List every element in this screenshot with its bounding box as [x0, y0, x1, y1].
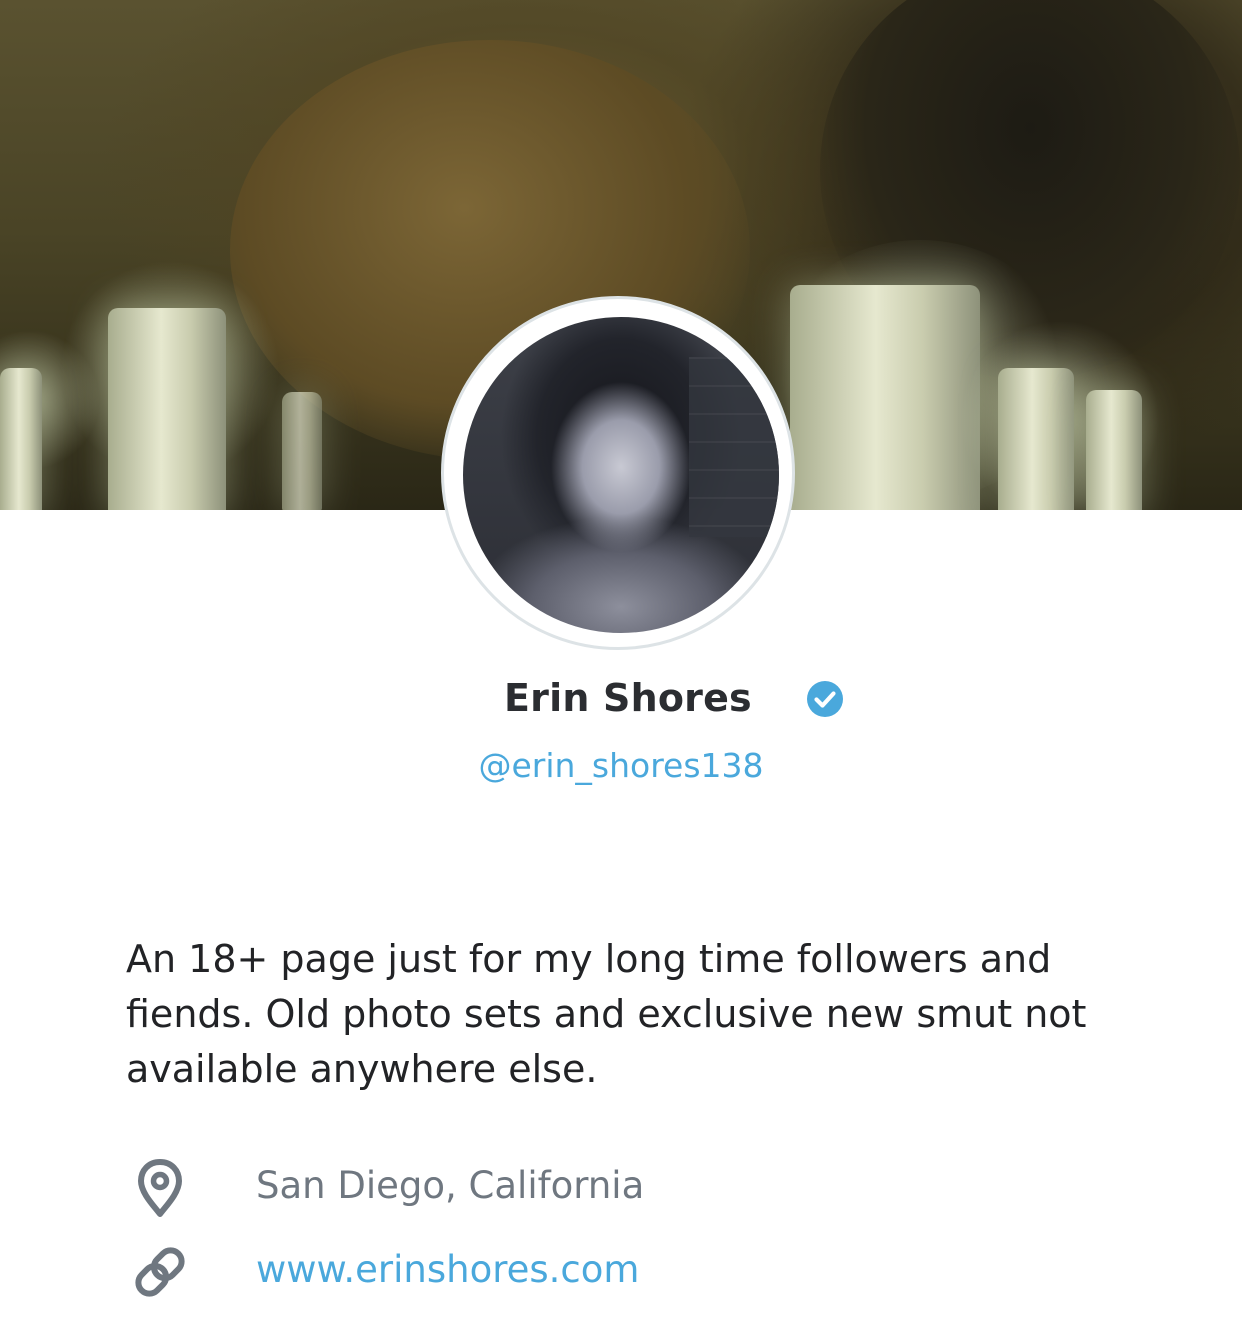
profile-name: Erin Shores [504, 676, 752, 720]
website-link[interactable]: www.erinshores.com [256, 1248, 639, 1291]
avatar-background [689, 357, 779, 537]
website-row: www.erinshores.com [0, 1240, 1242, 1310]
verified-check-icon [807, 681, 843, 717]
link-icon [135, 1247, 185, 1297]
profile-handle[interactable]: @erin_shores138 [0, 746, 1242, 785]
profile-bio: An 18+ page just for my long time follow… [126, 937, 1087, 1091]
profile-page: Erin Shores @erin_shores138 An 18+ page … [0, 0, 1242, 1332]
map-pin-icon [138, 1159, 182, 1217]
location-row: San Diego, California [0, 1156, 1242, 1226]
name-row: Erin Shores [0, 672, 1242, 732]
avatar[interactable] [463, 317, 779, 633]
location-text: San Diego, California [256, 1164, 645, 1207]
